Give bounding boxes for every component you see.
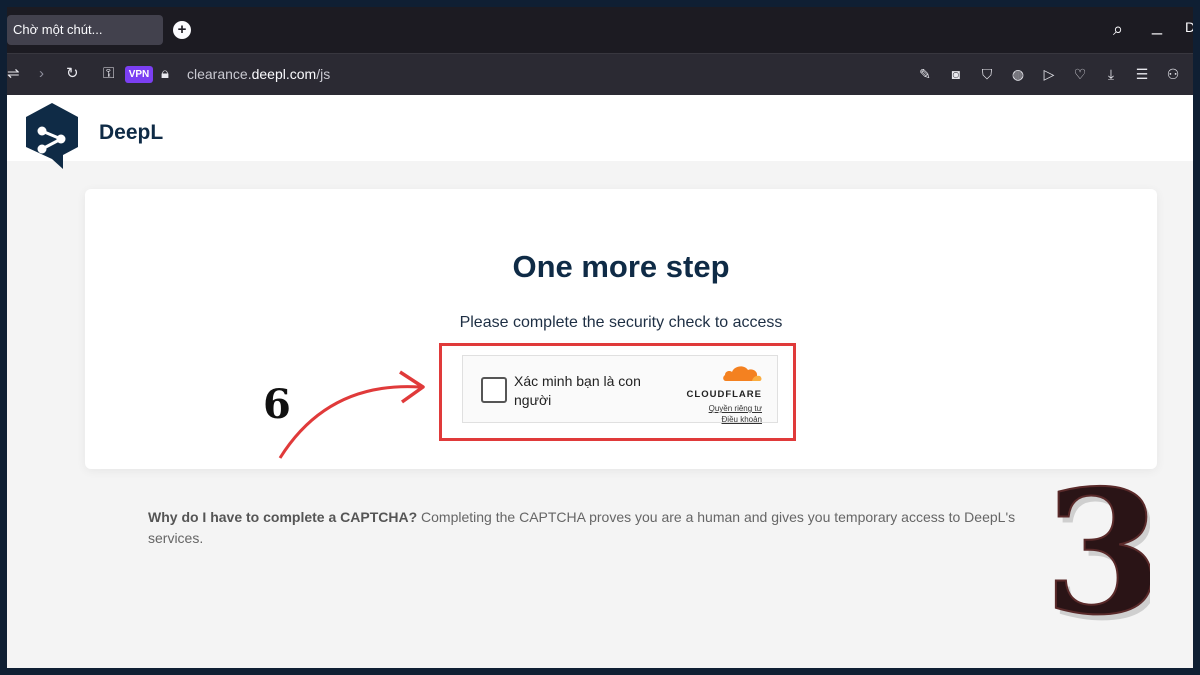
big-number-annotation: 3 3 xyxy=(1043,478,1150,628)
cloudflare-branding: CLOUDFLARE Quyền riêng tư Điều khoản xyxy=(672,363,762,425)
forward-icon[interactable]: › xyxy=(39,64,44,84)
url-path: /js xyxy=(316,66,331,82)
url-prefix: clearance. xyxy=(187,66,252,82)
tab-bar: Chờ một chút... + ⌕ _ D xyxy=(7,7,1193,53)
tab-active[interactable]: Chờ một chút... xyxy=(7,15,163,45)
minimize-button[interactable]: _ xyxy=(1152,15,1162,36)
big-number-text: 3 xyxy=(1044,478,1150,628)
terms-link[interactable]: Điều khoản xyxy=(672,414,762,425)
page-content: DeepL One more step Please complete the … xyxy=(7,95,1193,668)
play-icon[interactable]: ▷ xyxy=(1039,64,1059,84)
heart-icon[interactable]: ♡ xyxy=(1070,64,1090,84)
browser-window: Chờ một chút... + ⌕ _ D ⇌ › ↻ ⚿ VPN 🔒︎ c… xyxy=(7,7,1193,668)
red-arrow-icon xyxy=(278,370,425,459)
captcha-explanation: Why do I have to complete a CAPTCHA? Com… xyxy=(148,507,1068,549)
download-icon[interactable]: ⤓ xyxy=(1101,64,1121,84)
key-icon[interactable]: ⚿ xyxy=(103,64,114,84)
window-control-icon[interactable]: D xyxy=(1185,19,1193,35)
vpn-badge[interactable]: VPN xyxy=(125,66,153,83)
human-verify-checkbox[interactable] xyxy=(481,377,507,403)
edit-icon[interactable]: ✎ xyxy=(915,64,935,84)
captcha-widget: Xác minh bạn là con người CLOUDFLARE Quy… xyxy=(462,355,778,425)
new-tab-button[interactable]: + xyxy=(173,21,191,39)
captcha-label: Xác minh bạn là con người xyxy=(514,373,641,408)
site-header: DeepL xyxy=(7,95,1193,169)
captcha-question: Why do I have to complete a CAPTCHA? xyxy=(148,509,418,525)
camera-icon[interactable]: ◙ xyxy=(946,64,966,84)
brand-name[interactable]: DeepL xyxy=(99,121,163,145)
lock-icon[interactable]: 🔒︎ xyxy=(161,64,169,84)
deepl-logo-icon[interactable] xyxy=(21,101,83,175)
cloudflare-logo-text: CLOUDFLARE xyxy=(686,389,762,400)
reload-icon[interactable]: ↻ xyxy=(66,64,79,84)
tab-title: Chờ một chút... xyxy=(13,22,103,37)
cloudflare-cloud-icon xyxy=(723,366,762,381)
privacy-link[interactable]: Quyền riêng tư xyxy=(672,403,762,414)
url-domain: deepl.com xyxy=(251,66,317,82)
tracking-icon[interactable]: ⇌ xyxy=(7,64,20,84)
toolbar-actions: ✎ ◙ ⛉ ◍ ▷ ♡ ⤓ ☰ ⚇ xyxy=(915,64,1183,84)
user-icon[interactable]: ⚇ xyxy=(1163,64,1183,84)
globe-icon[interactable]: ◍ xyxy=(1008,64,1028,84)
navigation-toolbar: ⇌ › ↻ ⚿ VPN 🔒︎ clearance.deepl.com/js ✎ … xyxy=(7,53,1193,95)
menu-icon[interactable]: ☰ xyxy=(1132,64,1152,84)
search-icon[interactable]: ⌕ xyxy=(1113,19,1123,40)
card-subtitle: Please complete the security check to ac… xyxy=(459,314,783,331)
shield-icon[interactable]: ⛉ xyxy=(977,64,997,84)
url-field[interactable]: clearance.deepl.com/js xyxy=(187,66,330,82)
page-title: One more step xyxy=(512,249,730,284)
